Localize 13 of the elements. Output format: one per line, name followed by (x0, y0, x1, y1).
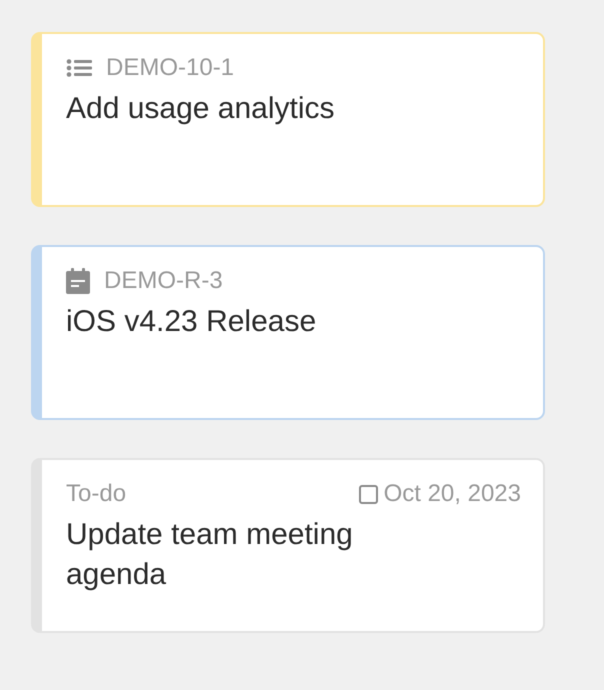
card-background[interactable]: To-do Oct 20, 2023 Update team meeting agenda (31, 458, 545, 633)
calendar-icon (66, 268, 90, 294)
status-label: To-do (66, 480, 126, 508)
list-icon (66, 58, 92, 78)
issue-key: DEMO-R-3 (104, 267, 223, 295)
card-title: Update team meeting agenda (66, 517, 354, 593)
card-background[interactable]: DEMO-10-1 Add usage analytics (31, 32, 545, 207)
due-date: Oct 20, 2023 (384, 480, 521, 508)
checkbox[interactable] (358, 484, 378, 504)
card-background[interactable]: DEMO-R-3 iOS v4.23 Release (31, 245, 545, 420)
card-title: Add usage analytics (66, 91, 336, 127)
card-title: iOS v4.23 Release (66, 304, 318, 340)
issue-key: DEMO-10-1 (106, 54, 234, 82)
